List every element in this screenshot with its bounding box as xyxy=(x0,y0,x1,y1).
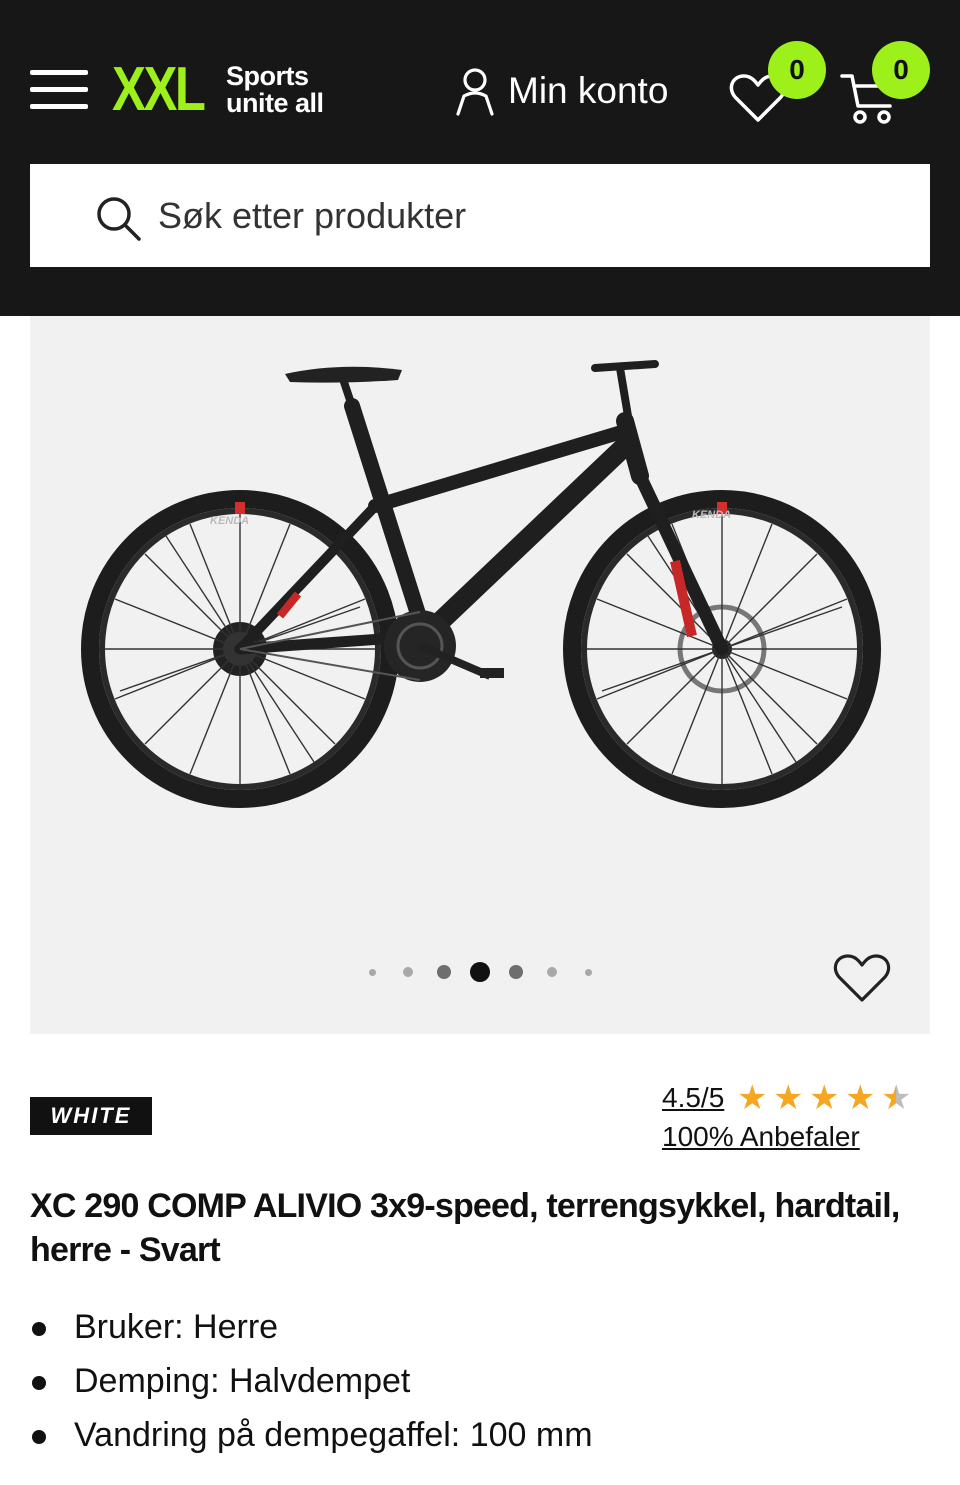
bullet-icon xyxy=(32,1430,46,1444)
menu-bar xyxy=(30,87,88,92)
carousel-dot-active[interactable] xyxy=(470,962,490,982)
product-rating[interactable]: 4.5/5 ★ ★ ★ ★ ★ xyxy=(662,1078,932,1118)
svg-text:KENDA: KENDA xyxy=(210,515,249,527)
menu-bar xyxy=(30,70,88,75)
star-icon: ★ xyxy=(737,1079,768,1117)
brand-logo[interactable]: WHITE xyxy=(30,1097,152,1135)
search-input[interactable] xyxy=(158,186,898,246)
hamburger-menu-icon[interactable] xyxy=(30,70,88,110)
heart-outline-icon[interactable] xyxy=(833,952,891,1004)
my-account-link[interactable]: Min konto xyxy=(454,66,668,116)
carousel-dot[interactable] xyxy=(547,967,557,977)
logo-tagline: Sports unite all xyxy=(226,63,324,117)
star-icon: ★ xyxy=(809,1079,840,1117)
site-header: XXL Sports unite all Min konto 0 0 xyxy=(0,0,960,316)
logo-tagline-line2: unite all xyxy=(226,88,324,118)
my-account-label: Min konto xyxy=(508,70,669,111)
feature-text: Demping: Halvdempet xyxy=(74,1362,411,1400)
carousel-dots xyxy=(366,960,606,984)
cart-count-badge: 0 xyxy=(872,41,930,99)
feature-item: Vandring på dempegaffel: 100 mm xyxy=(30,1408,930,1462)
feature-item: Demping: Halvdempet xyxy=(30,1354,930,1408)
half-star-icon: ★ xyxy=(878,1078,914,1118)
logo-wordmark: XXL xyxy=(112,55,206,124)
bullet-icon xyxy=(32,1376,46,1390)
search-bar xyxy=(30,164,930,267)
feature-text: Vandring på dempegaffel: 100 mm xyxy=(74,1416,593,1454)
svg-text:KENDA: KENDA xyxy=(692,509,731,521)
feature-item: Bruker: Herre xyxy=(30,1300,930,1354)
carousel-dot[interactable] xyxy=(584,968,592,976)
carousel-dot[interactable] xyxy=(403,967,413,977)
star-icon: ★ xyxy=(773,1079,804,1117)
rating-value: 4.5/5 xyxy=(662,1082,725,1113)
carousel-dot[interactable] xyxy=(437,965,451,979)
product-image-gallery[interactable]: KENDA KENDA xyxy=(30,316,930,1034)
menu-bar xyxy=(30,104,88,109)
product-title: XC 290 COMP ALIVIO 3x9-speed, terrengsyk… xyxy=(30,1187,900,1269)
saddle xyxy=(285,366,402,383)
rating-stars: ★ ★ ★ ★ ★ xyxy=(734,1078,914,1118)
carousel-dot[interactable] xyxy=(509,965,523,979)
product-features: Bruker: Herre Demping: Halvdempet Vandri… xyxy=(30,1300,930,1462)
feature-text: Bruker: Herre xyxy=(74,1308,279,1346)
wishlist-count-badge: 0 xyxy=(768,41,826,99)
logo-tagline-line1: Sports xyxy=(226,61,309,91)
search-icon[interactable] xyxy=(94,194,142,242)
bullet-icon xyxy=(32,1322,46,1336)
product-image: KENDA KENDA xyxy=(81,360,881,808)
recommend-link[interactable]: 100% Anbefaler xyxy=(662,1121,860,1153)
xxl-logo[interactable]: XXL Sports unite all xyxy=(112,55,324,124)
bike-frame xyxy=(234,360,729,656)
user-icon xyxy=(456,68,494,116)
carousel-dot[interactable] xyxy=(368,968,376,976)
star-icon: ★ xyxy=(845,1079,876,1117)
